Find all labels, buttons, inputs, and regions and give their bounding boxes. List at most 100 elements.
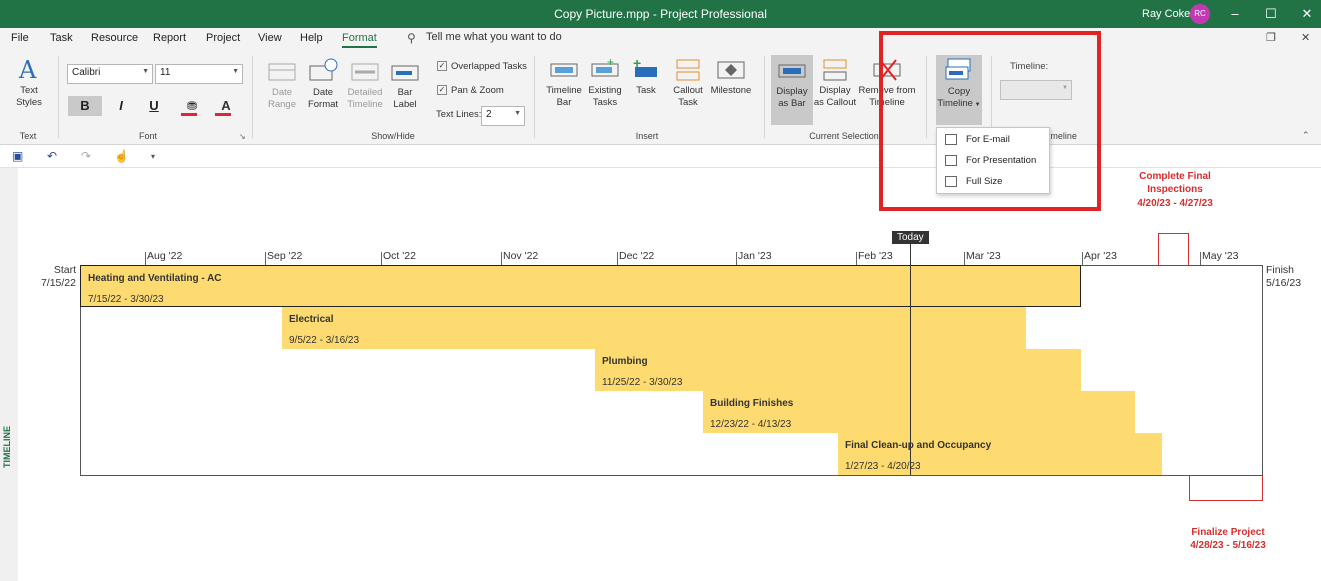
existing-tasks-icon: + [591, 56, 619, 77]
restore-icon[interactable]: ❐ [1266, 31, 1276, 44]
callout-label[interactable]: Complete Final Inspections [1120, 170, 1230, 196]
svg-text:+: + [607, 56, 614, 69]
bar-name: Electrical [289, 314, 334, 325]
month-label: Dec '22 [619, 250, 655, 262]
bold-button[interactable]: B [68, 96, 102, 116]
text-lines-select[interactable]: 2 ▼ [481, 106, 525, 126]
timeline-bar[interactable]: Final Clean-up and Occupancy 1/27/23 - 4… [838, 433, 1162, 475]
user-name[interactable]: Ray Coker [1142, 8, 1194, 20]
timeline-bar-icon [550, 63, 578, 77]
month-tick [501, 252, 502, 266]
text-lines-label: Text Lines: [436, 109, 482, 120]
touch-mode-icon[interactable]: ☝ [114, 149, 129, 163]
timeline-bar[interactable]: Building Finishes 12/23/22 - 4/13/23 [703, 391, 1135, 433]
add-task-icon: + [633, 56, 657, 77]
tab-task[interactable]: Task [50, 32, 73, 44]
month-label: Aug '22 [147, 250, 183, 262]
bar-dates: 7/15/22 - 3/30/23 [88, 294, 164, 305]
callout-bracket [1158, 233, 1189, 265]
group-label-insert: Insert [635, 131, 659, 141]
customize-toolbar-icon[interactable]: ▾ [151, 152, 155, 161]
timeline-bar-button[interactable]: Timeline Bar [543, 56, 585, 109]
separator [764, 56, 765, 138]
bar-name: Building Finishes [710, 398, 794, 409]
timeline-view[interactable]: Complete Final Inspections 4/20/23 - 4/2… [18, 168, 1321, 581]
chevron-down-icon: ▼ [232, 68, 239, 75]
milestone-button[interactable]: Milestone [708, 56, 754, 97]
undo-icon[interactable]: ↶ [47, 149, 57, 163]
title-bar: Copy Picture.mpp - Project Professional … [0, 0, 1321, 28]
callout-dates: 4/28/23 - 5/16/23 [1190, 540, 1266, 551]
date-range-button[interactable]: Date Range [262, 58, 302, 111]
svg-text:A: A [18, 56, 37, 82]
separator [58, 56, 59, 138]
search-icon[interactable]: ⚲ [407, 31, 416, 45]
bar-label-button[interactable]: Bar Label [386, 58, 424, 111]
milestone-icon [717, 61, 745, 79]
separator [534, 56, 535, 138]
italic-button[interactable]: I [110, 96, 132, 116]
start-label: Start 7/15/22 [38, 264, 76, 290]
minimize-icon[interactable]: – [1225, 4, 1245, 24]
date-range-icon [268, 63, 296, 81]
date-format-button[interactable]: Date Format [302, 58, 344, 111]
close-icon[interactable]: ✕ [1297, 4, 1317, 24]
bar-name: Final Clean-up and Occupancy [845, 440, 992, 451]
month-tick [617, 252, 618, 266]
timeline-bar[interactable]: Electrical 9/5/22 - 3/16/23 [282, 307, 1026, 349]
tab-format[interactable]: Format [342, 32, 377, 48]
tab-help[interactable]: Help [300, 32, 323, 44]
text-styles-button[interactable]: A Text Styles [8, 56, 50, 109]
month-tick [1082, 252, 1083, 266]
font-color-swatch [215, 113, 231, 116]
pan-zoom-checkbox[interactable]: ✓ Pan & Zoom [437, 85, 504, 96]
font-color-button[interactable]: A [212, 96, 240, 116]
month-tick [964, 252, 965, 266]
callout-task-button[interactable]: Callout Task [668, 56, 708, 109]
checkbox-checked-icon: ✓ [437, 61, 447, 72]
callout-dates: 4/20/23 - 4/27/23 [1137, 198, 1213, 209]
month-label: Nov '22 [503, 250, 539, 262]
close-document-icon[interactable]: ✕ [1301, 31, 1310, 44]
font-size-select[interactable]: 11 ▼ [155, 64, 243, 84]
month-label: Apr '23 [1084, 250, 1117, 262]
text-styles-icon: A [18, 56, 37, 82]
dialog-launcher-icon[interactable]: ↘ [239, 132, 246, 141]
tab-file[interactable]: File [11, 32, 29, 44]
quick-access-toolbar: ▣ ↶ ↷ ☝ ▾ [0, 146, 1321, 168]
month-label: Jan '23 [738, 250, 772, 262]
tab-resource[interactable]: Resource [91, 32, 138, 44]
callout-label[interactable]: Finalize Project [1173, 526, 1283, 539]
existing-tasks-button[interactable]: + Existing Tasks [585, 56, 625, 109]
display-as-bar-button[interactable]: Display as Bar [771, 55, 813, 125]
underline-button[interactable]: U [143, 96, 165, 116]
timeline-sidebar: TIMELINE [0, 168, 18, 581]
detailed-timeline-icon [351, 63, 379, 81]
redo-icon[interactable]: ↷ [81, 149, 91, 163]
today-marker: Today [892, 231, 929, 244]
bar-dates: 11/25/22 - 3/30/23 [602, 377, 683, 388]
collapse-ribbon-icon[interactable]: ⌃ [1302, 130, 1310, 141]
fill-color-swatch [181, 113, 197, 116]
maximize-icon[interactable]: ☐ [1261, 4, 1281, 24]
task-button[interactable]: + Task [628, 56, 664, 97]
display-as-callout-button[interactable]: Display as Callout [813, 56, 857, 109]
tab-report[interactable]: Report [153, 32, 186, 44]
fill-color-button[interactable]: ⛃ [178, 96, 206, 116]
timeline-bar[interactable]: Heating and Ventilating - AC 7/15/22 - 3… [80, 265, 1081, 307]
save-icon[interactable]: ▣ [12, 149, 23, 163]
month-label: Sep '22 [267, 250, 303, 262]
search-input[interactable]: Tell me what you want to do [426, 31, 562, 43]
timeline-bar[interactable]: Plumbing 11/25/22 - 3/30/23 [595, 349, 1081, 391]
ribbon: A Text Styles Text Calibri ▼ 11 ▼ B I U ⛃ … [0, 50, 1321, 145]
group-label-show-hide: Show/Hide [371, 131, 415, 141]
font-name-select[interactable]: Calibri ▼ [67, 64, 153, 84]
tab-view[interactable]: View [258, 32, 282, 44]
month-label: Feb '23 [858, 250, 893, 262]
tab-project[interactable]: Project [206, 32, 240, 44]
separator [252, 56, 253, 138]
overlapped-tasks-checkbox[interactable]: ✓ Overlapped Tasks [437, 61, 527, 72]
month-tick [736, 252, 737, 266]
avatar[interactable]: RC [1190, 4, 1210, 24]
detailed-timeline-button[interactable]: Detailed Timeline [344, 58, 386, 111]
